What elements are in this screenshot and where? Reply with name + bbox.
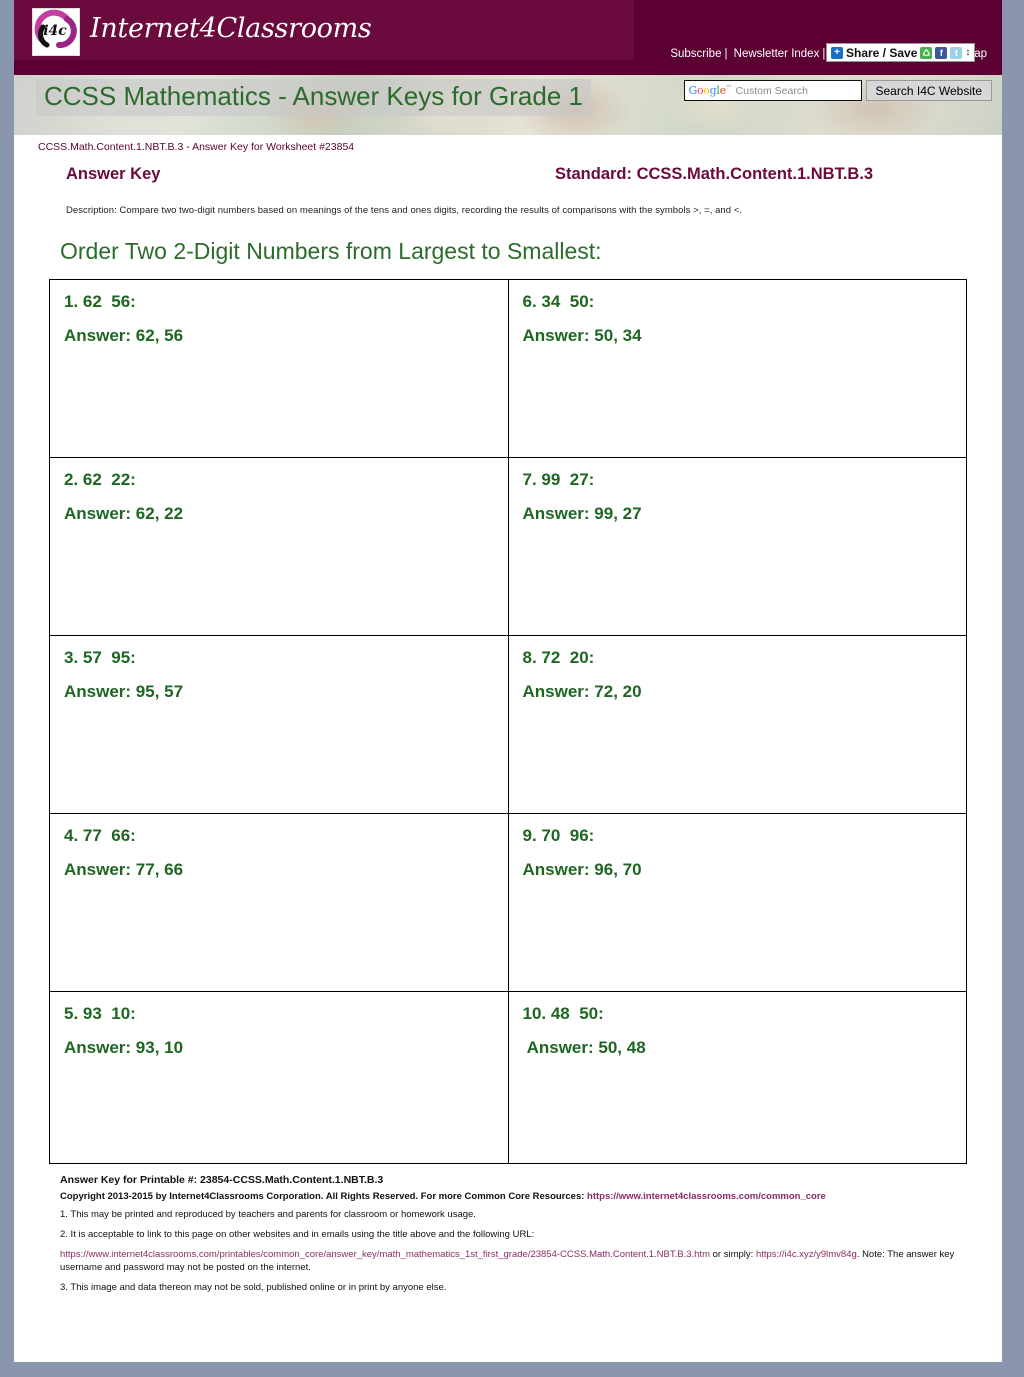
table-row: 5. 93 10: Answer: 93, 10 10. 48 50: Answ… bbox=[49, 991, 967, 1164]
answer-key-header-row: Answer Key Standard: CCSS.Math.Content.1… bbox=[14, 161, 1002, 197]
footer-note-3: 3. This image and data thereon may not b… bbox=[60, 1282, 447, 1294]
problem-prompt: 8. 72 20: bbox=[522, 648, 595, 667]
problem-prompt: 2. 62 22: bbox=[64, 470, 136, 489]
problem-answer: Answer: 72, 20 bbox=[522, 682, 642, 701]
chevron-updown-icon[interactable]: ↕ bbox=[965, 47, 970, 58]
problem-answer: Answer: 77, 66 bbox=[64, 860, 184, 879]
problem-cell-8: 8. 72 20: Answer: 72, 20 bbox=[507, 635, 967, 814]
problem-prompt: 3. 57 95: bbox=[64, 648, 136, 667]
google-logo: Google™ bbox=[688, 84, 732, 97]
problem-answer: Answer: 50, 48 bbox=[522, 1038, 646, 1057]
nav-link-newsletter-index[interactable]: Newsletter Index bbox=[733, 48, 821, 60]
problem-cell-6: 6. 34 50: Answer: 50, 34 bbox=[507, 279, 967, 458]
search-input[interactable]: Google™ Custom Search bbox=[683, 80, 862, 101]
worksheet-url-link[interactable]: https://www.internet4classrooms.com/prin… bbox=[60, 1249, 710, 1260]
share-save-widget[interactable]: + Share / Save ♺ f t ↕ bbox=[826, 43, 976, 62]
brand-name: Internet4Classrooms bbox=[90, 13, 372, 44]
share-save-label: Share / Save bbox=[846, 45, 918, 60]
page-title: CCSS Mathematics - Answer Keys for Grade… bbox=[36, 79, 591, 116]
printable-page: i4c Internet4Classrooms Subscribe | Newsl… bbox=[14, 0, 1002, 1362]
nav-link-subscribe[interactable]: Subscribe bbox=[669, 48, 722, 60]
problem-prompt: 9. 70 96: bbox=[522, 826, 595, 845]
standard-label: Standard: CCSS.Math.Content.1.NBT.B.3 bbox=[555, 165, 874, 183]
i4c-logo[interactable]: i4c bbox=[32, 8, 80, 56]
problem-cell-7: 7. 99 27: Answer: 99, 27 bbox=[507, 457, 967, 636]
table-row: 3. 57 95: Answer: 95, 57 8. 72 20: Answe… bbox=[49, 635, 967, 814]
problem-grid: 1. 62 56: Answer: 62, 56 6. 34 50: Answe… bbox=[49, 279, 967, 1164]
search-placeholder: Custom Search bbox=[735, 84, 808, 97]
footer-printable-title: Answer Key for Printable #: 23854-CCSS.M… bbox=[60, 1174, 384, 1186]
trademark-icon: ™ bbox=[725, 84, 732, 92]
common-core-link[interactable]: https://www.internet4classrooms.com/comm… bbox=[587, 1191, 826, 1202]
search-area: Google™ Custom Search Search I4C Website bbox=[683, 80, 992, 101]
share-green-icon[interactable]: ♺ bbox=[920, 46, 933, 59]
search-button[interactable]: Search I4C Website bbox=[865, 80, 992, 101]
problem-prompt: 4. 77 66: bbox=[64, 826, 136, 845]
problem-prompt: 10. 48 50: bbox=[522, 1004, 604, 1023]
footer-note-2: 2. It is acceptable to link to this page… bbox=[60, 1228, 535, 1240]
table-row: 4. 77 66: Answer: 77, 66 9. 70 96: Answe… bbox=[49, 813, 967, 992]
problem-prompt: 5. 93 10: bbox=[64, 1004, 136, 1023]
nav-separator: | bbox=[724, 48, 728, 60]
table-row: 2. 62 22: Answer: 62, 22 7. 99 27: Answe… bbox=[49, 457, 967, 636]
svg-text:i4c: i4c bbox=[43, 23, 67, 39]
page-footer: Answer Key for Printable #: 23854-CCSS.M… bbox=[14, 1174, 1002, 1295]
problem-cell-1: 1. 62 56: Answer: 62, 56 bbox=[49, 279, 509, 458]
problem-answer: Answer: 50, 34 bbox=[522, 326, 642, 345]
twitter-icon[interactable]: t bbox=[950, 46, 963, 59]
problem-answer: Answer: 93, 10 bbox=[64, 1038, 184, 1057]
problem-answer: Answer: 96, 70 bbox=[522, 860, 642, 879]
problem-answer: Answer: 62, 22 bbox=[64, 504, 184, 523]
share-plus-icon: + bbox=[831, 46, 843, 59]
problem-prompt: 7. 99 27: bbox=[522, 470, 595, 489]
problem-cell-2: 2. 62 22: Answer: 62, 22 bbox=[49, 457, 509, 636]
problem-cell-10: 10. 48 50: Answer: 50, 48 bbox=[507, 991, 967, 1164]
worksheet-heading: Order Two 2-Digit Numbers from Largest t… bbox=[60, 238, 602, 264]
footer-note-1: 1. This may be printed and reproduced by… bbox=[60, 1209, 476, 1220]
problem-prompt: 1. 62 56: bbox=[64, 292, 136, 311]
answer-key-label: Answer Key bbox=[66, 165, 161, 183]
footer-copyright: Copyright 2013-2015 by Internet4Classroo… bbox=[60, 1191, 982, 1202]
problem-prompt: 6. 34 50: bbox=[522, 292, 595, 311]
footer-url-mid: or simply: bbox=[710, 1248, 756, 1260]
problem-cell-9: 9. 70 96: Answer: 96, 70 bbox=[507, 813, 967, 992]
worksheet-code: CCSS.Math.Content.1.NBT.B.3 - Answer Key… bbox=[38, 141, 355, 153]
table-row: 1. 62 56: Answer: 62, 56 6. 34 50: Answe… bbox=[49, 279, 967, 458]
problem-cell-4: 4. 77 66: Answer: 77, 66 bbox=[49, 813, 509, 992]
footer-note-2-url-line: https://www.internet4classrooms.com/prin… bbox=[60, 1248, 982, 1276]
problem-cell-3: 3. 57 95: Answer: 95, 57 bbox=[49, 635, 509, 814]
footer-copyright-text: Copyright 2013-2015 by Internet4Classroo… bbox=[60, 1191, 588, 1202]
short-url-link[interactable]: https://i4c.xyz/y9lmv84g bbox=[756, 1249, 857, 1260]
site-masthead: i4c Internet4Classrooms Subscribe | Newsl… bbox=[14, 0, 1002, 75]
problem-answer: Answer: 62, 56 bbox=[64, 326, 184, 345]
problem-answer: Answer: 99, 27 bbox=[522, 504, 642, 523]
problem-cell-5: 5. 93 10: Answer: 93, 10 bbox=[49, 991, 509, 1164]
standard-description: Description: Compare two two-digit numbe… bbox=[66, 205, 743, 216]
page-banner: CCSS Mathematics - Answer Keys for Grade… bbox=[14, 75, 1002, 135]
facebook-icon[interactable]: f bbox=[935, 46, 948, 59]
problem-answer: Answer: 95, 57 bbox=[64, 682, 184, 701]
